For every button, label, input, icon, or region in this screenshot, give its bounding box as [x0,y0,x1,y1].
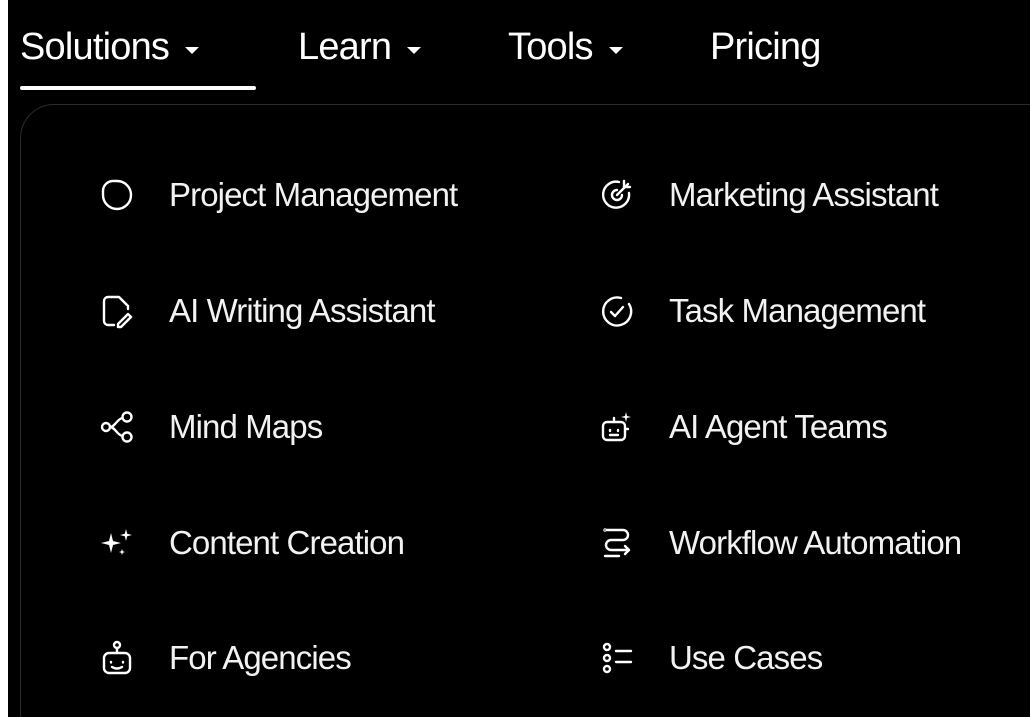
menu-item-use-cases[interactable]: Use Cases [599,632,823,684]
menu-item-label: AI Agent Teams [669,408,888,445]
bot-team-icon [599,409,635,445]
nav-pricing[interactable]: Pricing [710,22,821,72]
chevron-down-icon [608,46,623,54]
menu-item-workflow-automation[interactable]: Workflow Automation [599,517,962,569]
nav-pricing-label: Pricing [710,25,821,68]
menu-item-label: Mind Maps [169,408,323,445]
menu-item-for-agencies[interactable]: For Agencies [99,632,352,684]
nav-tools-label: Tools [508,25,594,68]
nav-learn-label: Learn [298,25,392,68]
robot-icon [99,640,135,676]
menu-item-label: Use Cases [669,639,823,676]
menu-item-label: Task Management [669,292,926,329]
menu-item-label: For Agencies [169,639,352,676]
menu-item-label: Marketing Assistant [669,176,939,213]
pie-chart-icon [99,177,135,213]
menu-item-marketing-assistant[interactable]: Marketing Assistant [599,169,939,221]
chevron-down-icon [185,46,200,54]
chevron-down-icon [407,46,422,54]
menu-item-mind-maps[interactable]: Mind Maps [99,401,323,453]
target-arrow-icon [599,177,635,213]
workflow-icon [599,525,635,561]
menu-item-ai-writing-assistant[interactable]: AI Writing Assistant [99,285,436,337]
menu-item-content-creation[interactable]: Content Creation [99,517,405,569]
list-icon [599,640,635,676]
nav-solutions[interactable]: Solutions [20,22,200,72]
active-nav-underline [20,86,256,90]
nav-tools[interactable]: Tools [508,22,623,72]
navigation-frame: Solutions Learn Tools Pricing Project Ma… [8,0,1030,717]
sparkles-icon [99,525,135,561]
document-pen-icon [99,293,135,329]
solutions-dropdown-panel: Project Management AI Writing Assistant [20,104,1030,717]
menu-item-ai-agent-teams[interactable]: AI Agent Teams [599,401,888,453]
menu-item-label: Project Management [169,176,458,213]
menu-item-label: Workflow Automation [669,524,962,561]
menu-item-project-management[interactable]: Project Management [99,169,458,221]
nav-solutions-label: Solutions [20,25,170,68]
top-navigation: Solutions Learn Tools Pricing [8,0,1030,100]
menu-item-label: Content Creation [169,524,405,561]
menu-item-task-management[interactable]: Task Management [599,285,926,337]
nav-learn[interactable]: Learn [298,22,422,72]
menu-item-label: AI Writing Assistant [169,292,436,329]
mind-map-icon [99,409,135,445]
check-circle-icon [599,293,635,329]
